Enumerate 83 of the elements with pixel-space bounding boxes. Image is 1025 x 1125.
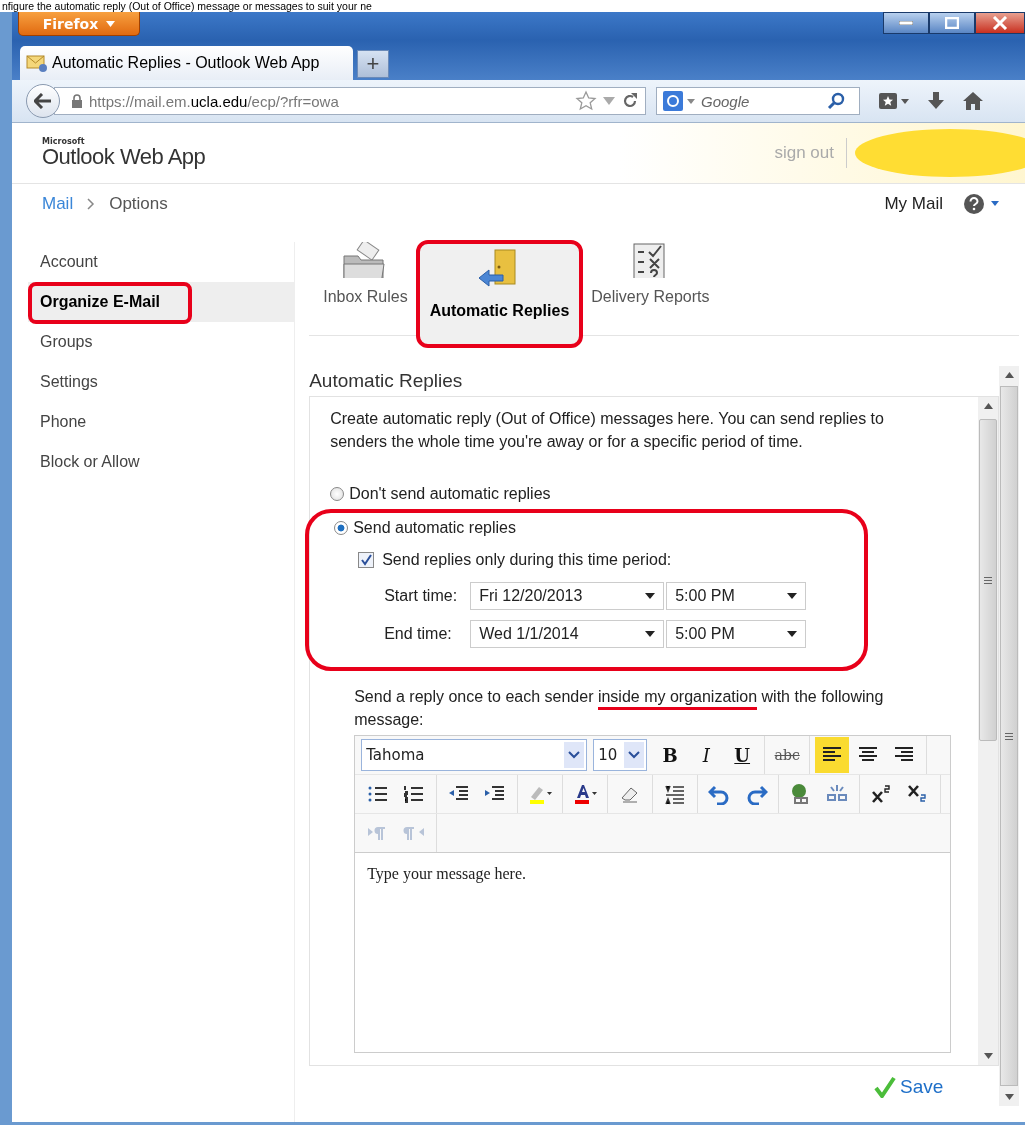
caption-text: nfigure the automatic reply (Out of Office) message or messages to suit your ne [1,0,373,12]
search-input[interactable]: Google [699,91,823,111]
down-arrow-icon[interactable] [983,1053,993,1059]
checkbox-label: Send replies only during this time period: [382,551,672,569]
section-title: Automatic Replies [309,369,464,393]
save-button[interactable]: Save [869,1072,948,1102]
caret-icon [106,20,116,27]
download-icon[interactable] [926,91,946,111]
format-button[interactable]: I [689,737,724,773]
lock-icon [71,94,83,108]
sidebar-item[interactable]: Phone [28,402,295,442]
option-tab[interactable]: Delivery Reports [587,242,714,328]
mail-icon [26,53,48,73]
size-dropdown[interactable]: 10 [593,739,648,771]
caret-icon [645,593,656,599]
sidebar-item[interactable]: Groups [28,322,295,362]
minimize-icon [899,21,913,25]
reload-icon[interactable] [621,92,639,110]
checkmark-icon [873,1076,896,1098]
caret-icon [787,631,798,637]
scroll-thumb[interactable] [979,419,998,741]
grip-icon [984,576,993,584]
sidebar-item[interactable]: Organize E-Mail [28,282,295,322]
chevron-icon [87,198,96,210]
date-dropdown[interactable]: Wed 1/1/2014 [470,620,665,648]
address-bar[interactable]: https://mail.em.ucla.edu/ecp/?rfr=owa [54,87,646,115]
font-color-icon [573,783,598,805]
search-field[interactable]: Google [656,87,860,115]
caret-icon [687,98,695,104]
maximize-icon [945,17,959,29]
field-label: End time: [384,625,453,643]
bookmarks-icon[interactable] [878,91,910,111]
chevron-icon [568,751,581,759]
font-dropdown[interactable]: Tahoma [361,739,588,771]
chevron-icon [628,751,641,759]
time-dropdown[interactable]: 5:00 PM [666,582,807,610]
checkbox[interactable] [358,552,375,568]
star-icon[interactable] [575,90,597,112]
intro-text: Create automatic reply (Out of Office) messages here. You can send replies to senders the whole time you're away or for a specific period of time. [330,409,885,452]
back-button[interactable] [26,84,60,118]
option-tab[interactable]: Automatic Replies [415,240,584,348]
radio-option[interactable]: Send automatic replies [334,513,865,543]
new-tab-button[interactable]: + [357,50,389,78]
close-icon [992,16,1008,30]
radio-label: Don't send automatic replies [349,485,551,503]
scrollbar[interactable] [978,397,999,1065]
date-dropdown[interactable]: Fri 12/20/2013 [470,582,665,610]
my-mail-link[interactable]: My Mail [884,194,943,214]
sidebar-item[interactable]: Account [28,242,295,282]
message-body[interactable]: Type your message here. [355,853,951,1052]
radio-option[interactable]: Don't send automatic replies [330,479,979,509]
radio-label: Send automatic replies [353,519,516,537]
browser-tab[interactable]: Automatic Replies - Outlook Web App [20,46,353,80]
search-engine-icon [663,91,683,111]
breadcrumb-link[interactable]: Mail [42,194,74,214]
format-button[interactable]: abc [770,737,805,773]
time-dropdown[interactable]: 5:00 PM [666,620,807,648]
caret-icon [787,593,798,599]
logo: Microsoft Outlook Web App [42,138,206,168]
sidebar-item[interactable]: Block or Allow [28,442,295,482]
format-button[interactable]: B [653,737,688,773]
sidebar-item[interactable]: Settings [28,362,295,402]
option-tab[interactable]: Inbox Rules [319,242,412,328]
radio-button[interactable] [330,487,345,501]
grip-icon [1005,732,1014,740]
close-button[interactable] [975,12,1025,34]
breadcrumb-current: Options [109,194,168,214]
caret-icon[interactable] [991,201,1001,207]
up-arrow-icon[interactable] [983,403,993,409]
help-icon[interactable] [963,193,985,215]
up-arrow-icon[interactable] [1004,372,1014,378]
maximize-button[interactable] [929,12,975,34]
field-label: Start time: [384,587,459,605]
search-icon[interactable] [827,92,845,110]
back-arrow-icon [34,93,52,109]
format-button[interactable]: U [725,737,760,773]
home-icon[interactable] [962,91,984,111]
down-arrow-icon[interactable] [1004,1094,1014,1100]
prompt-text: Send a reply once to each sender inside my organization with the following message: [354,687,885,730]
minimize-button[interactable] [883,12,929,34]
caret-icon [645,631,656,637]
radio-button[interactable] [334,521,349,535]
toolbar-button[interactable] [815,737,850,773]
